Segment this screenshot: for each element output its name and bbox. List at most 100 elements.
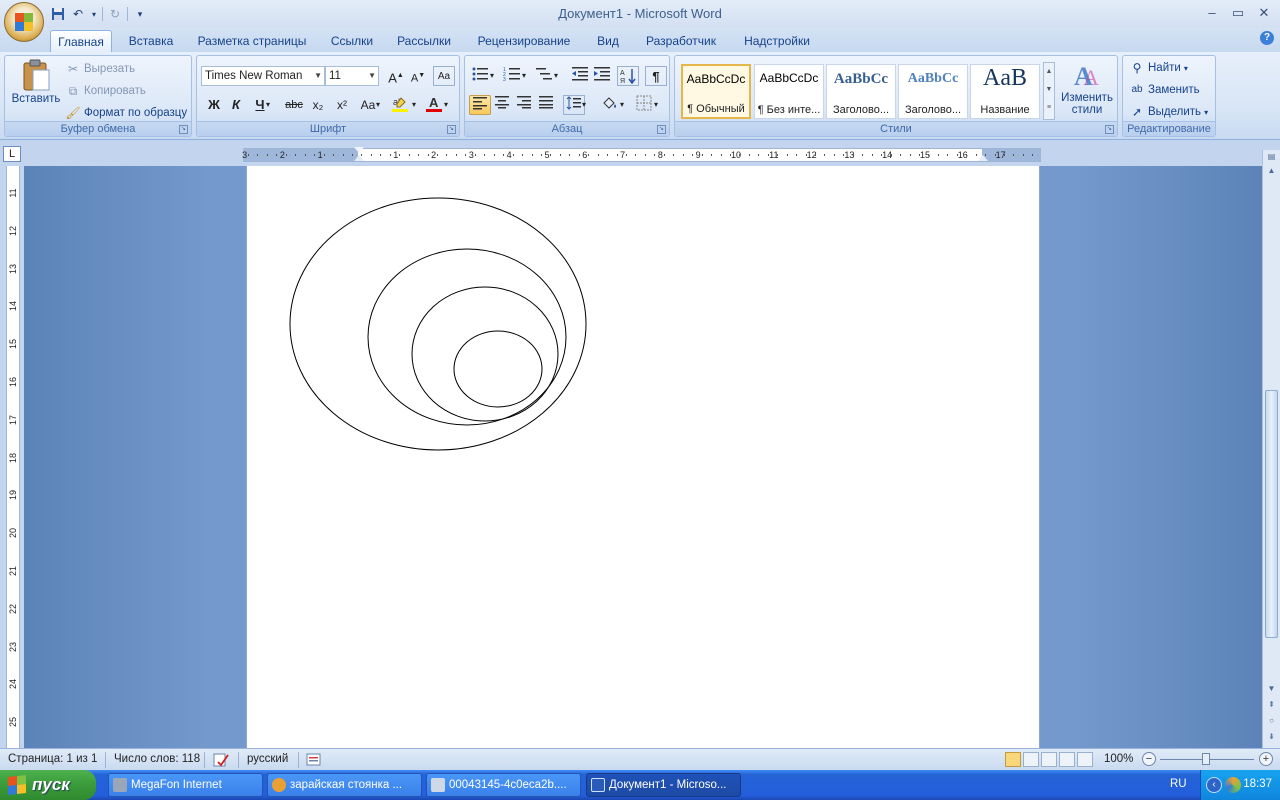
- vertical-scrollbar[interactable]: ▤ ▲ ▼ ⇞ ○ ⇟: [1262, 150, 1280, 748]
- chevron-down-icon[interactable]: ▾: [409, 95, 419, 115]
- chevron-down-icon[interactable]: ▾: [651, 95, 661, 115]
- page-indicator[interactable]: Страница: 1 из 1: [8, 753, 97, 765]
- highlight-button[interactable]: ab: [389, 95, 411, 115]
- style-title[interactable]: AaB Название: [970, 64, 1040, 119]
- scroll-up-icon[interactable]: ▲: [1263, 164, 1280, 178]
- tab-insert[interactable]: Вставка: [122, 30, 180, 52]
- style-heading-1[interactable]: AaBbCc Заголово...: [826, 64, 896, 119]
- network-icon[interactable]: [1225, 777, 1241, 793]
- language-indicator[interactable]: русский: [247, 753, 288, 765]
- macro-record-icon[interactable]: [306, 753, 322, 770]
- tab-view[interactable]: Вид: [590, 30, 626, 52]
- chevron-down-icon[interactable]: ▾: [617, 95, 627, 115]
- clipboard-dialog-launcher[interactable]: ↘: [179, 125, 188, 134]
- input-language-indicator[interactable]: RU: [1170, 778, 1187, 790]
- minimize-button[interactable]: –: [1200, 4, 1224, 22]
- chevron-down-icon[interactable]: ▾: [579, 95, 589, 115]
- zoom-in-button[interactable]: +: [1259, 752, 1273, 766]
- align-right-button[interactable]: [513, 95, 535, 115]
- style-heading-2[interactable]: AaBbCc Заголово...: [898, 64, 968, 119]
- taskbar-item-word[interactable]: Документ1 - Microso...: [586, 773, 741, 797]
- first-line-indent-marker[interactable]: [354, 147, 364, 153]
- hanging-indent-marker[interactable]: [354, 155, 364, 161]
- font-size-combo[interactable]: 11 ▼: [325, 66, 379, 86]
- strikethrough-button[interactable]: abc: [283, 95, 305, 115]
- tab-selector-button[interactable]: L: [3, 146, 21, 162]
- chevron-left-icon[interactable]: ‹: [1206, 777, 1222, 793]
- copy-button[interactable]: ⧉ Копировать: [65, 83, 146, 99]
- zoom-out-button[interactable]: −: [1142, 752, 1156, 766]
- bold-button[interactable]: Ж: [203, 95, 225, 115]
- styles-scroll[interactable]: ▲ ▼ ≡: [1043, 62, 1055, 120]
- styles-dialog-launcher[interactable]: ↘: [1105, 125, 1114, 134]
- chevron-down-icon[interactable]: ▾: [373, 95, 383, 115]
- print-layout-view-button[interactable]: [1005, 752, 1021, 767]
- align-center-button[interactable]: [491, 95, 513, 115]
- view-ruler-icon[interactable]: ▤: [1263, 150, 1280, 164]
- subscript-button[interactable]: x₂: [307, 95, 329, 115]
- style-normal[interactable]: AaBbCcDc ¶ Обычный: [681, 64, 751, 119]
- document-page[interactable]: [246, 166, 1040, 748]
- chevron-down-icon[interactable]: ▾: [263, 95, 273, 115]
- font-dialog-launcher[interactable]: ↘: [447, 125, 456, 134]
- browse-object-icon[interactable]: ○: [1263, 714, 1280, 728]
- horizontal-ruler[interactable]: 3 2 1 1 2 3 4 5 6 7 8 9 10 11 12 13 14 15 16 17: [242, 147, 1041, 162]
- restore-button[interactable]: ▭: [1226, 4, 1250, 22]
- taskbar-item-browser[interactable]: зарайская стоянка ...: [267, 773, 422, 797]
- align-left-button[interactable]: [469, 95, 491, 115]
- start-button[interactable]: пуск: [0, 770, 96, 800]
- tab-review[interactable]: Рецензирование: [470, 30, 578, 52]
- font-name-combo[interactable]: Times New Roman ▼: [201, 66, 325, 86]
- clock[interactable]: 18:37: [1243, 778, 1272, 790]
- paste-button[interactable]: Вставить: [9, 58, 63, 105]
- replace-button[interactable]: ab Заменить: [1129, 82, 1199, 98]
- vertical-ruler-strip[interactable]: 11 12 13 14 15 16 17 18 19 20 21 22 23 24 25: [6, 166, 20, 748]
- tab-page-layout[interactable]: Разметка страницы: [192, 30, 312, 52]
- previous-page-icon[interactable]: ⇞: [1263, 698, 1280, 712]
- chevron-down-icon[interactable]: ▾: [487, 66, 497, 86]
- clear-formatting-button[interactable]: Aа: [433, 66, 455, 86]
- chevron-down-icon[interactable]: ▾: [441, 95, 451, 115]
- show-marks-button[interactable]: ¶: [645, 66, 667, 86]
- tab-addins[interactable]: Надстройки: [736, 30, 818, 52]
- word-count[interactable]: Число слов: 118: [114, 753, 200, 765]
- taskbar-item-image-viewer[interactable]: 00043145-4c0eca2b....: [426, 773, 581, 797]
- italic-button[interactable]: К: [225, 95, 247, 115]
- next-page-icon[interactable]: ⇟: [1263, 730, 1280, 744]
- zoom-level[interactable]: 100%: [1104, 753, 1133, 765]
- spellcheck-icon[interactable]: [212, 753, 230, 770]
- chevron-down-icon[interactable]: ▾: [519, 66, 529, 86]
- shrink-font-button[interactable]: A▼: [407, 66, 429, 86]
- paragraph-dialog-launcher[interactable]: ↘: [657, 125, 666, 134]
- zoom-slider-thumb[interactable]: [1202, 753, 1210, 765]
- decrease-indent-icon: [572, 67, 588, 81]
- increase-indent-button[interactable]: [591, 66, 613, 86]
- sort-button[interactable]: АЯ: [617, 66, 639, 86]
- decrease-indent-button[interactable]: [569, 66, 591, 86]
- taskbar-item-megafon[interactable]: MegaFon Internet: [108, 773, 263, 797]
- justify-button[interactable]: [535, 95, 557, 115]
- format-painter-button[interactable]: 🖌 Формат по образцу: [65, 105, 187, 121]
- find-button[interactable]: ⚲ Найти ▾: [1129, 60, 1188, 76]
- help-icon[interactable]: ?: [1260, 31, 1274, 45]
- right-indent-marker[interactable]: [978, 155, 988, 161]
- tab-references[interactable]: Ссылки: [324, 30, 380, 52]
- select-button[interactable]: ➚ Выделить ▾: [1129, 104, 1208, 120]
- scroll-down-icon[interactable]: ▼: [1263, 682, 1280, 696]
- style-no-spacing[interactable]: AaBbCcDc ¶ Без инте...: [754, 64, 824, 119]
- outline-view-button[interactable]: [1059, 752, 1075, 767]
- web-layout-view-button[interactable]: [1041, 752, 1057, 767]
- draft-view-button[interactable]: [1077, 752, 1093, 767]
- tab-home[interactable]: Главная: [50, 30, 112, 52]
- full-screen-reading-view-button[interactable]: [1023, 752, 1039, 767]
- close-button[interactable]: ✕: [1252, 4, 1276, 22]
- grow-font-button[interactable]: A▲: [385, 66, 407, 86]
- scrollbar-thumb[interactable]: [1265, 390, 1278, 638]
- cut-button[interactable]: ✂ Вырезать: [65, 61, 135, 77]
- change-styles-button[interactable]: AA Изменить стили: [1059, 60, 1115, 116]
- superscript-button[interactable]: x²: [331, 95, 353, 115]
- office-button[interactable]: [4, 2, 44, 42]
- tab-mailings[interactable]: Рассылки: [392, 30, 456, 52]
- chevron-down-icon[interactable]: ▾: [551, 66, 561, 86]
- tab-developer[interactable]: Разработчик: [638, 30, 724, 52]
